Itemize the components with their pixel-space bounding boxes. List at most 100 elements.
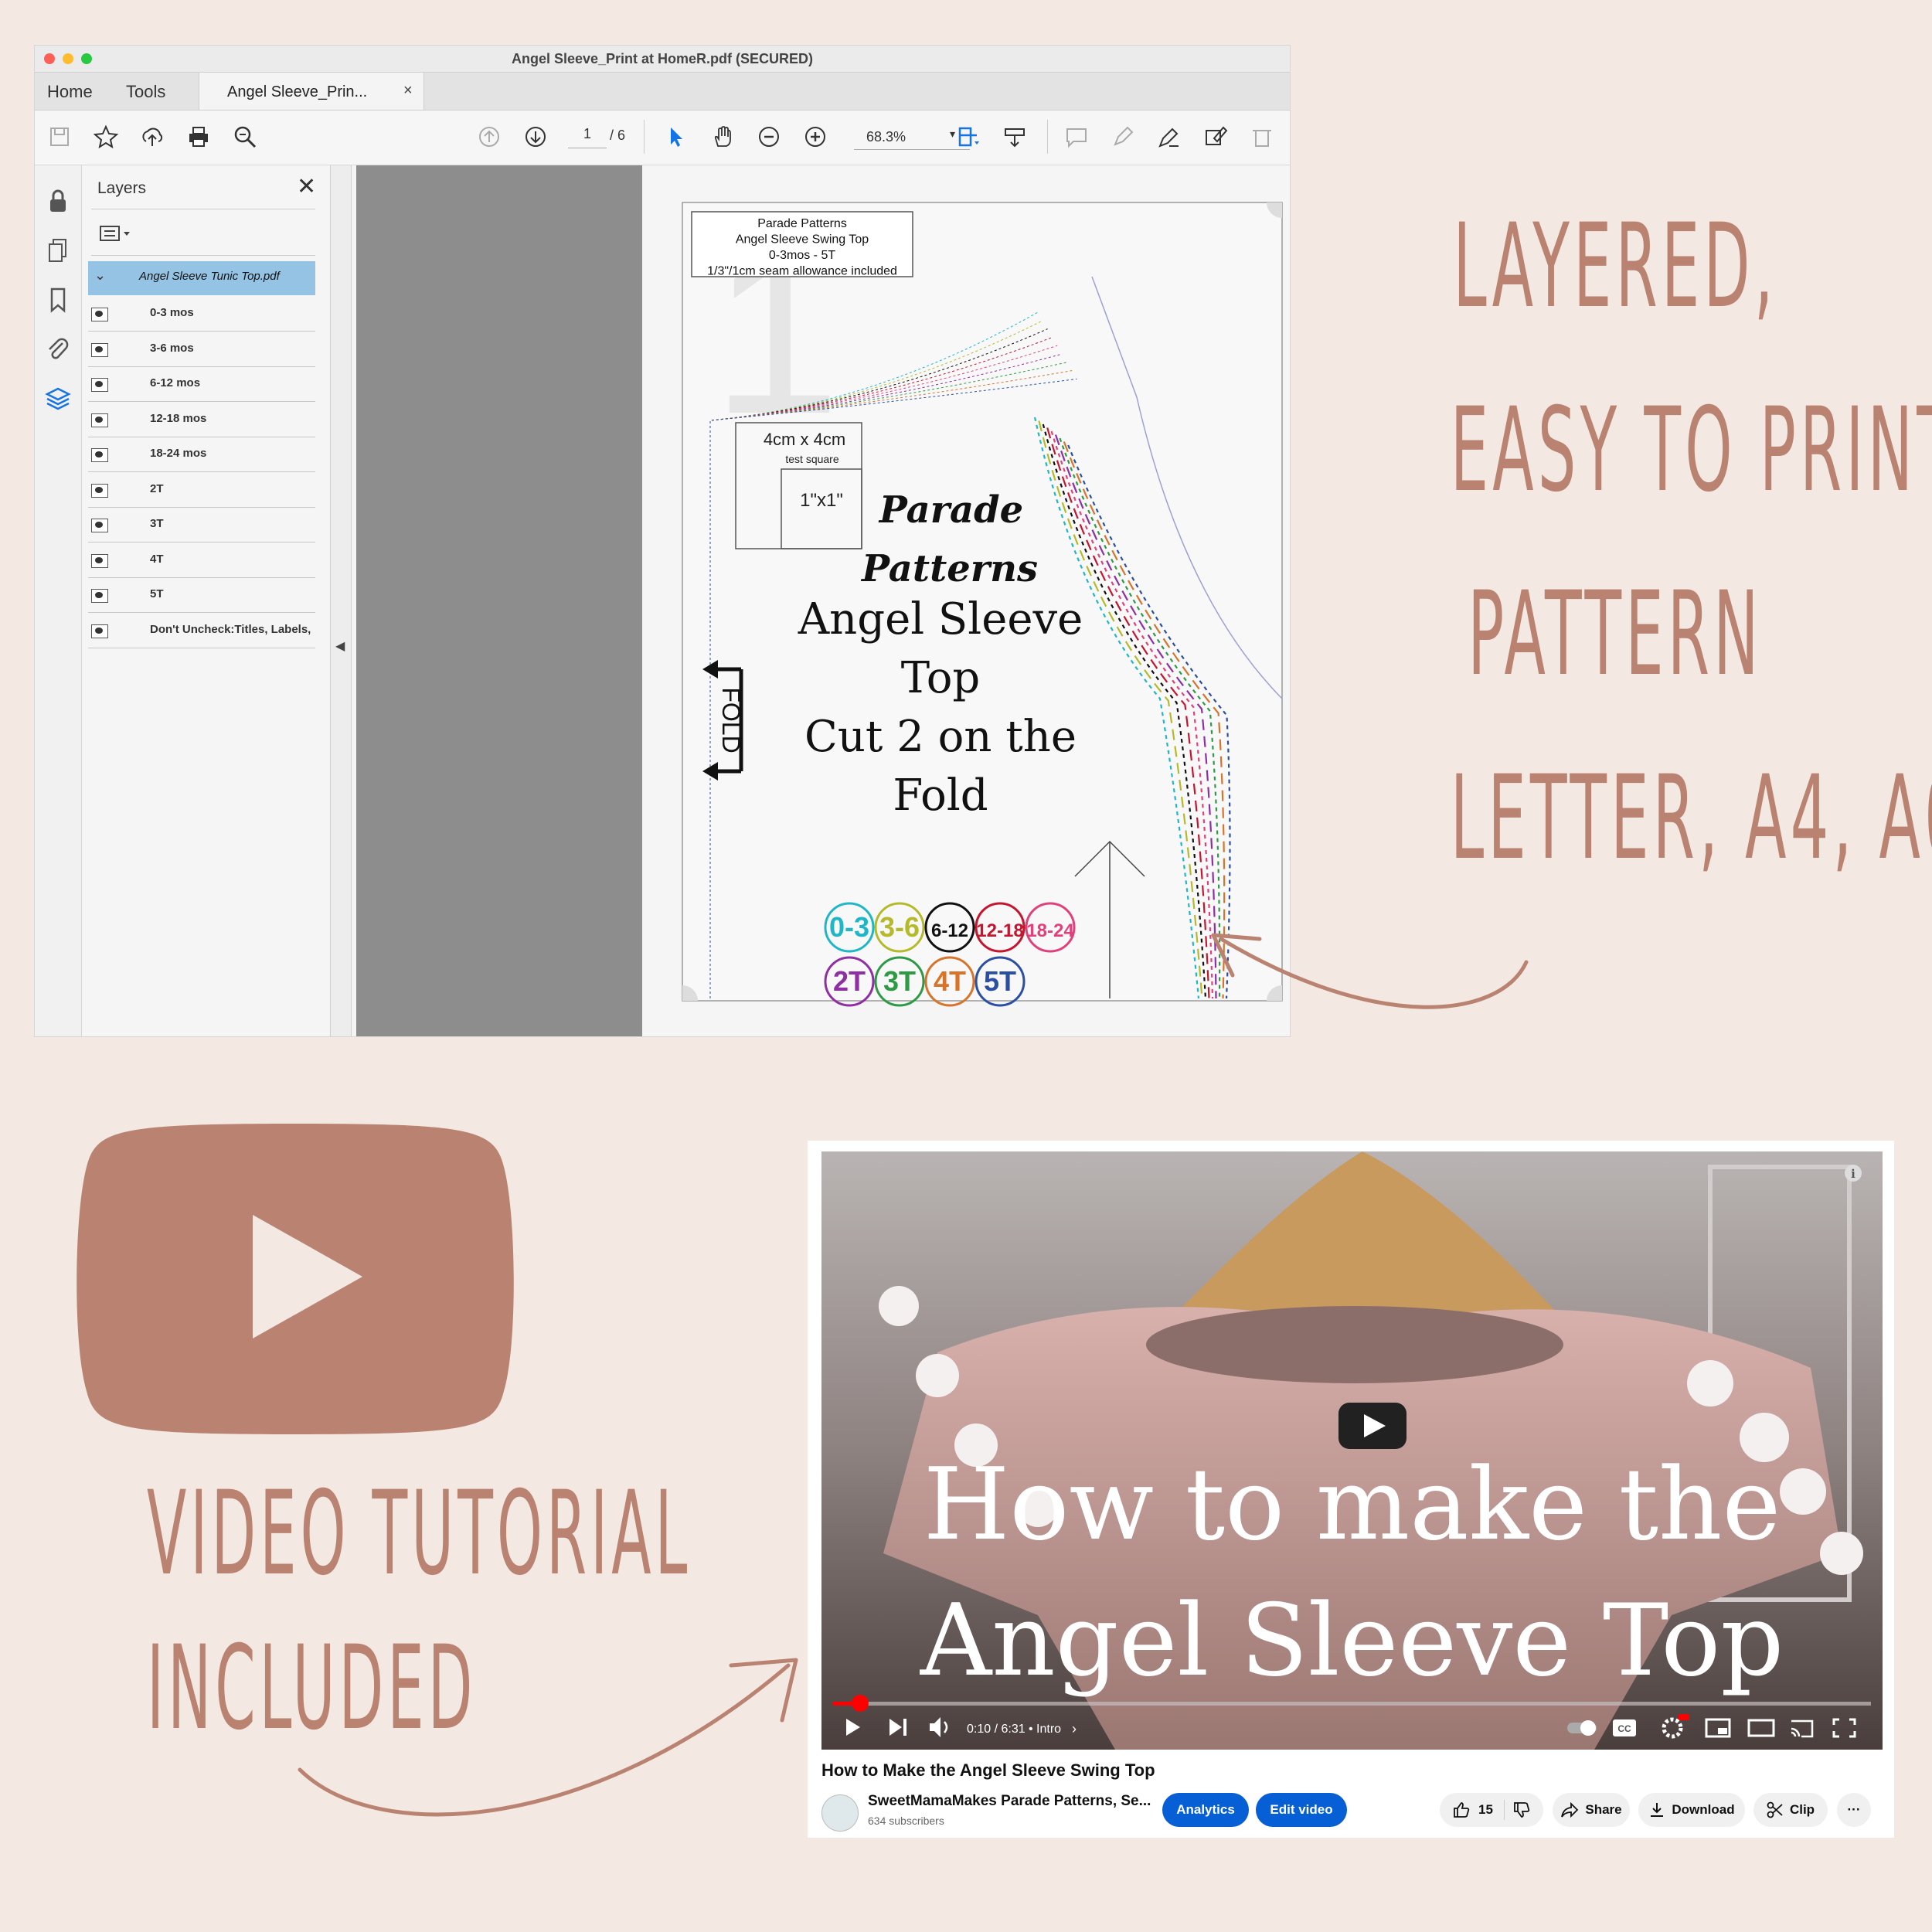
thumbs-down-icon[interactable]: [1512, 1801, 1531, 1819]
document-tab[interactable]: Angel Sleeve_Prin... ×: [199, 73, 424, 110]
eye-icon[interactable]: [91, 308, 108, 321]
layer-label: 3T: [150, 517, 164, 530]
video-title: How to Make the Angel Sleeve Swing Top: [821, 1760, 1155, 1780]
eye-icon[interactable]: [91, 448, 108, 462]
header-line: Angel Sleeve Swing Top: [736, 233, 869, 247]
layer-label: 0-3 mos: [150, 306, 194, 319]
eye-icon[interactable]: [91, 413, 108, 427]
layer-label: 6-12 mos: [150, 376, 201, 389]
more-actions-button[interactable]: ···: [1837, 1793, 1871, 1827]
document-background: [356, 165, 642, 1036]
download-button[interactable]: Download: [1638, 1793, 1745, 1827]
time-display: 0:10 / 6:31: [967, 1723, 1026, 1736]
download-icon: [1651, 1803, 1664, 1817]
toolbar-divider: [1047, 120, 1048, 154]
layer-row[interactable]: 18-24 mos: [88, 437, 315, 472]
eye-icon[interactable]: [91, 589, 108, 603]
header-line: Parade Patterns: [757, 217, 847, 230]
layer-row[interactable]: 3T: [88, 508, 315, 543]
layer-row[interactable]: 3-6 mos: [88, 332, 315, 367]
layer-row[interactable]: 12-18 mos: [88, 403, 315, 437]
edit-icon[interactable]: [1202, 123, 1230, 151]
scroll-mode-icon[interactable]: [1001, 123, 1029, 151]
header-line: 0-3mos - 5T: [769, 249, 835, 262]
bookmark-icon[interactable]: [44, 286, 72, 314]
chevron-down-icon[interactable]: ⌄: [94, 267, 106, 284]
size-label: 5T: [984, 965, 1016, 997]
menu-tools[interactable]: Tools: [126, 82, 165, 102]
subscriber-count: 634 subscribers: [868, 1815, 944, 1827]
eye-icon[interactable]: [91, 553, 108, 568]
analytics-button[interactable]: Analytics: [1162, 1793, 1249, 1827]
pattern-title-line: Cut 2 on the: [804, 712, 1077, 762]
channel-avatar[interactable]: [821, 1794, 859, 1832]
comment-icon[interactable]: [1063, 123, 1090, 151]
document-tab-close-icon[interactable]: ×: [403, 82, 413, 100]
layers-icon[interactable]: [44, 385, 72, 413]
channel-name[interactable]: SweetMamaMakes Parade Patterns, Se...: [868, 1793, 1151, 1810]
edit-video-button[interactable]: Edit video: [1256, 1793, 1347, 1827]
title-bar: Angel Sleeve_Print at HomeR.pdf (SECURED…: [35, 46, 1290, 73]
layer-row[interactable]: 4T: [88, 543, 315, 578]
svg-text:CC: CC: [1617, 1723, 1631, 1734]
close-icon[interactable]: ✕: [297, 173, 316, 200]
hand-icon[interactable]: [709, 123, 736, 151]
eye-icon[interactable]: [91, 519, 108, 532]
page-up-icon[interactable]: [475, 123, 503, 151]
layer-label: 18-24 mos: [150, 447, 207, 460]
window-title: Angel Sleeve_Print at HomeR.pdf (SECURED…: [511, 51, 814, 66]
attachment-icon[interactable]: [44, 335, 72, 363]
trash-icon[interactable]: [1248, 123, 1276, 151]
page-number-input[interactable]: 1: [568, 126, 607, 148]
overlay-title-line: How to make the: [923, 1447, 1781, 1563]
lock-icon[interactable]: [44, 187, 72, 215]
zoom-search-icon[interactable]: [231, 123, 259, 151]
share-button[interactable]: Share: [1553, 1793, 1630, 1827]
eye-icon[interactable]: [91, 624, 108, 638]
eye-icon[interactable]: [91, 342, 108, 357]
zoom-in-icon[interactable]: [801, 123, 829, 151]
layer-row[interactable]: 2T: [88, 473, 315, 508]
upload-icon[interactable]: [138, 123, 166, 151]
pages-icon[interactable]: [44, 236, 72, 264]
save-icon[interactable]: [46, 123, 73, 151]
share-label: Share: [1585, 1802, 1622, 1817]
layers-root-item[interactable]: ⌄ Angel Sleeve Tunic Top.pdf: [88, 261, 315, 295]
layers-options-menu[interactable]: [99, 224, 134, 244]
overlay-title-line: Angel Sleeve Top: [920, 1583, 1784, 1699]
brand-patterns: Patterns: [860, 547, 1038, 590]
panel-splitter[interactable]: ◀: [330, 165, 352, 1036]
sign-icon[interactable]: [1155, 123, 1183, 151]
collapse-arrow-icon[interactable]: ◀: [335, 638, 345, 654]
pattern-title-line: Fold: [893, 770, 988, 821]
heading-line: VIDEO TUTORIAL: [147, 1467, 692, 1601]
zoom-level-select[interactable]: 68.3% ▾: [854, 124, 970, 150]
eye-icon[interactable]: [91, 378, 108, 392]
select-arrow-icon[interactable]: [662, 123, 690, 151]
star-icon[interactable]: [92, 123, 120, 151]
highlight-icon[interactable]: [1109, 123, 1137, 151]
svg-text:i: i: [1851, 1167, 1855, 1181]
print-icon[interactable]: [185, 123, 213, 151]
size-label: 4T: [934, 965, 966, 997]
layer-row[interactable]: 0-3 mos: [88, 297, 315, 332]
menu-home[interactable]: Home: [47, 82, 93, 102]
size-label: 6-12: [931, 920, 968, 941]
heading-line: LAYERED,: [1453, 199, 1777, 334]
divider: [91, 255, 315, 256]
eye-icon[interactable]: [91, 483, 108, 498]
layers-panel: Layers ✕ ⌄ Angel Sleeve Tunic Top.pdf 0-…: [82, 165, 329, 1036]
chapter-label: • Intro: [1029, 1723, 1061, 1736]
document-view[interactable]: 1 Parade Patterns Angel Sleeve Swing Top 0…: [642, 165, 1290, 1036]
layer-row[interactable]: 5T: [88, 578, 315, 613]
page-down-icon[interactable]: [522, 123, 549, 151]
thumbs-up-icon[interactable]: [1452, 1801, 1471, 1819]
fit-page-icon[interactable]: [954, 123, 982, 151]
layer-row[interactable]: Don't Uncheck:Titles, Labels,: [88, 614, 315, 648]
download-label: Download: [1672, 1802, 1735, 1817]
clip-button[interactable]: Clip: [1753, 1793, 1828, 1827]
video-player[interactable]: i 0:10 / 6:31 • Intro › CC How to make t…: [821, 1151, 1883, 1750]
zoom-out-icon[interactable]: [755, 123, 783, 151]
layer-row[interactable]: 6-12 mos: [88, 367, 315, 402]
heading-line: PATTERN: [1468, 567, 1763, 702]
